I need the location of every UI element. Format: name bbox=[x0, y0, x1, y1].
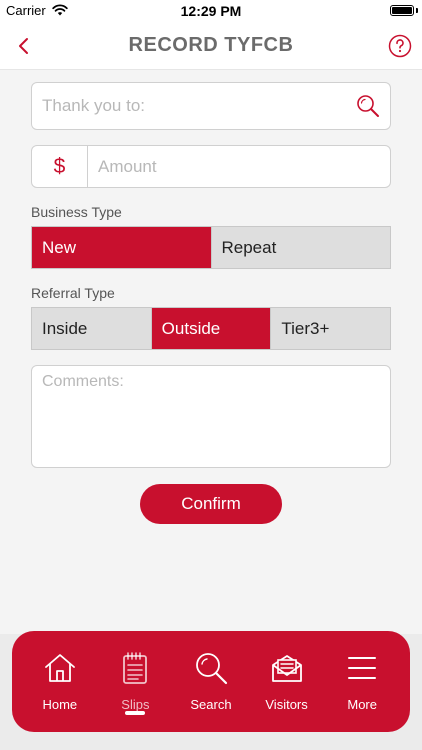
battery-tip bbox=[416, 8, 418, 13]
amount-input[interactable] bbox=[98, 146, 378, 187]
referral-type-selector: Inside Outside Tier3+ bbox=[31, 307, 391, 350]
battery-icon bbox=[390, 5, 414, 16]
active-tab-indicator bbox=[125, 711, 146, 715]
referral-type-inside[interactable]: Inside bbox=[32, 308, 152, 349]
tab-slips-label: Slips bbox=[121, 697, 150, 712]
menu-icon bbox=[348, 657, 377, 679]
comments-field bbox=[31, 365, 391, 468]
nav-bar: RECORD TYFCB bbox=[0, 22, 422, 70]
tab-more-label: More bbox=[347, 697, 377, 712]
referral-type-label: Referral Type bbox=[31, 285, 115, 301]
tab-more[interactable]: More bbox=[324, 631, 400, 732]
tab-home[interactable]: Home bbox=[22, 631, 98, 732]
currency-symbol: $ bbox=[32, 146, 88, 187]
search-icon bbox=[196, 653, 228, 685]
status-time: 12:29 PM bbox=[180, 3, 242, 19]
tab-search-label: Search bbox=[190, 697, 232, 712]
question-circle-icon[interactable] bbox=[388, 34, 412, 58]
business-type-repeat[interactable]: Repeat bbox=[211, 227, 390, 268]
referral-type-outside[interactable]: Outside bbox=[151, 308, 272, 349]
tab-search[interactable]: Search bbox=[173, 631, 249, 732]
referral-type-tier3[interactable]: Tier3+ bbox=[271, 308, 391, 349]
page-title: RECORD TYFCB bbox=[128, 34, 294, 56]
notepad-icon bbox=[123, 652, 148, 684]
thank-you-input[interactable] bbox=[42, 83, 342, 129]
tab-slips[interactable]: Slips bbox=[98, 631, 174, 732]
thank-you-field bbox=[31, 82, 391, 130]
business-type-new[interactable]: New bbox=[32, 227, 212, 268]
home-icon bbox=[44, 654, 75, 682]
amount-field: $ bbox=[31, 145, 391, 188]
comments-input[interactable] bbox=[32, 366, 390, 467]
status-bar: Carrier 12:29 PM bbox=[0, 0, 422, 22]
business-type-label: Business Type bbox=[31, 204, 122, 220]
tab-visitors-label: Visitors bbox=[265, 697, 308, 712]
search-icon[interactable] bbox=[356, 94, 380, 118]
business-type-selector: New Repeat bbox=[31, 226, 391, 269]
envelope-icon bbox=[271, 655, 302, 682]
confirm-button[interactable]: Confirm bbox=[140, 484, 282, 524]
bottom-tab-bar: Home Slips Search Visitors More bbox=[12, 631, 410, 732]
tab-home-label: Home bbox=[42, 697, 78, 712]
tab-visitors[interactable]: Visitors bbox=[249, 631, 325, 732]
